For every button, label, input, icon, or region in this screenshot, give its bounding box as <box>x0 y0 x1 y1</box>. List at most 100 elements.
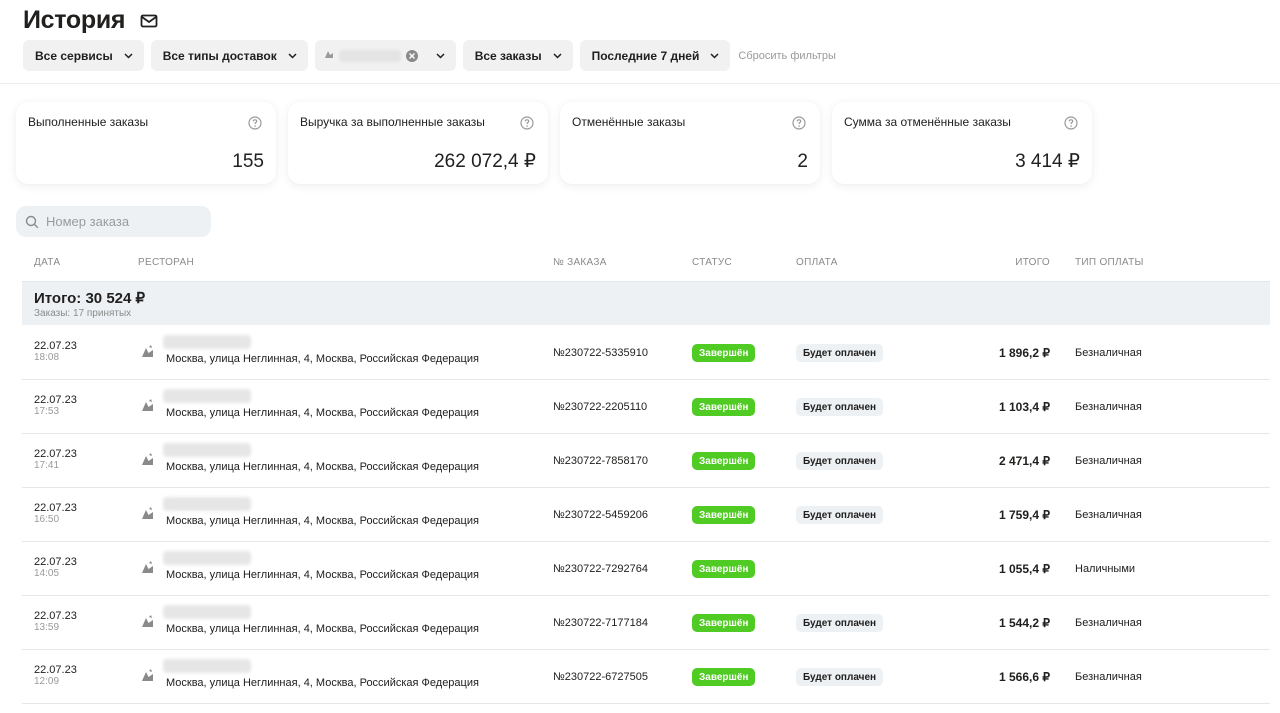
chevron-down-icon <box>552 50 563 61</box>
order-time: 13:59 <box>34 622 60 633</box>
order-date: 22.07.23 <box>34 610 77 622</box>
column-total[interactable]: ИТОГО <box>1015 257 1050 268</box>
restaurant-address: Москва, улица Неглинная, 4, Москва, Росс… <box>166 569 479 581</box>
reset-filters-link[interactable]: Сбросить фильтры <box>738 50 836 62</box>
column-payment[interactable]: ОПЛАТА <box>796 257 838 268</box>
column-payment-type[interactable]: ТИП ОПЛАТЫ <box>1075 257 1144 268</box>
table-row[interactable]: 22.07.23 13:59 Москва, улица Неглинная, 4,… <box>22 596 1270 650</box>
payment-type: Безналичная <box>1075 347 1142 359</box>
restaurant-name-redacted <box>163 659 251 673</box>
restaurant-filter[interactable] <box>314 40 456 71</box>
payment-type: Безналичная <box>1075 671 1142 683</box>
restaurant-name-redacted <box>163 443 251 457</box>
payment-badge: Будет оплачен <box>796 614 884 632</box>
order-number[interactable]: №230722-5459206 <box>553 509 648 521</box>
chevron-down-icon <box>709 50 720 61</box>
payment-type: Безналичная <box>1075 455 1142 467</box>
restaurant-chip <box>323 48 419 63</box>
table-row[interactable]: 22.07.23 17:41 Москва, улица Неглинная, 4,… <box>22 434 1270 488</box>
help-icon[interactable] <box>792 116 806 130</box>
page-title: История <box>23 6 126 34</box>
table-row[interactable]: 22.07.23 14:05 Москва, улица Неглинная, 4,… <box>22 542 1270 596</box>
chevron-down-icon <box>287 50 298 61</box>
help-icon[interactable] <box>1064 116 1078 130</box>
stat-card-value: 155 <box>232 151 264 172</box>
order-number[interactable]: №230722-7858170 <box>553 455 648 467</box>
order-number[interactable]: №230722-7177184 <box>553 617 648 629</box>
column-date[interactable]: ДАТА <box>34 257 60 268</box>
order-date: 22.07.23 <box>34 664 77 676</box>
restaurant-logo-icon <box>140 398 156 414</box>
period-filter-label: Последние 7 дней <box>591 48 700 63</box>
restaurant-name-redacted <box>163 497 251 511</box>
chevron-down-icon <box>123 50 134 61</box>
order-date: 22.07.23 <box>34 394 77 406</box>
status-badge: Завершён <box>692 398 756 416</box>
restaurant-name-redacted <box>163 335 251 349</box>
delivery-types-filter[interactable]: Все типы доставок <box>150 40 308 71</box>
clear-icon[interactable] <box>405 49 419 63</box>
services-filter[interactable]: Все сервисы <box>23 40 144 71</box>
restaurant-name-redacted <box>163 551 251 565</box>
title-row: История <box>23 6 159 35</box>
stat-card-value: 2 <box>797 151 808 172</box>
mail-icon[interactable] <box>139 11 159 31</box>
restaurant-address: Москва, улица Неглинная, 4, Москва, Росс… <box>166 623 479 635</box>
order-time: 14:05 <box>34 568 60 579</box>
chevron-down-icon <box>435 50 446 61</box>
order-search-input[interactable] <box>46 214 196 229</box>
payment-type: Безналичная <box>1075 509 1142 521</box>
restaurant-logo-icon <box>140 344 156 360</box>
status-badge: Завершён <box>692 506 756 524</box>
help-icon[interactable] <box>248 116 262 130</box>
restaurant-logo-icon <box>140 614 156 630</box>
restaurant-logo-icon <box>323 48 335 63</box>
help-icon[interactable] <box>520 116 534 130</box>
restaurant-address: Москва, улица Неглинная, 4, Москва, Росс… <box>166 461 479 473</box>
orders-filter[interactable]: Все заказы <box>462 40 573 71</box>
summary-total: Итого: 30 524 ₽ <box>34 290 146 307</box>
search-icon <box>25 215 39 229</box>
stat-card: Выручка за выполненные заказы 262 072,4 … <box>288 102 548 184</box>
payment-type: Наличными <box>1075 563 1136 575</box>
stat-card-label: Сумма за отменённые заказы <box>844 115 1011 129</box>
order-total: 1 896,2 ₽ <box>998 346 1050 360</box>
table-header: ДАТА РЕСТОРАН № ЗАКАЗА СТАТУС ОПЛАТА ИТО… <box>22 251 1270 281</box>
payment-badge: Будет оплачен <box>796 452 884 470</box>
order-time: 12:09 <box>34 676 60 687</box>
order-number[interactable]: №230722-7292764 <box>553 563 648 575</box>
summary-row: Итого: 30 524 ₽ Заказы: 17 принятых <box>22 281 1270 325</box>
table-row[interactable]: 22.07.23 17:53 Москва, улица Неглинная, 4,… <box>22 380 1270 434</box>
stat-card-label: Отменённые заказы <box>572 115 686 129</box>
column-order-number[interactable]: № ЗАКАЗА <box>553 257 607 268</box>
payment-badge: Будет оплачен <box>796 344 884 362</box>
summary-orders-count: Заказы: 17 принятых <box>34 308 132 319</box>
order-time: 18:08 <box>34 352 60 363</box>
restaurant-address: Москва, улица Неглинная, 4, Москва, Росс… <box>166 353 479 365</box>
column-restaurant[interactable]: РЕСТОРАН <box>138 257 194 268</box>
stats-cards: Выполненные заказы 155 Выручка за выполн… <box>16 102 1092 184</box>
period-filter[interactable]: Последние 7 дней <box>579 40 731 71</box>
order-date: 22.07.23 <box>34 556 77 568</box>
order-number[interactable]: №230722-6727505 <box>553 671 648 683</box>
order-time: 17:41 <box>34 460 60 471</box>
table-row[interactable]: 22.07.23 16:50 Москва, улица Неглинная, 4,… <box>22 488 1270 542</box>
order-date: 22.07.23 <box>34 340 77 352</box>
restaurant-address: Москва, улица Неглинная, 4, Москва, Росс… <box>166 677 479 689</box>
orders-filter-label: Все заказы <box>474 48 542 63</box>
table-row[interactable]: 22.07.23 18:08 Москва, улица Неглинная, 4,… <box>22 326 1270 380</box>
column-status[interactable]: СТАТУС <box>692 257 732 268</box>
restaurant-name-redacted <box>338 49 401 62</box>
stat-card: Отменённые заказы 2 <box>560 102 820 184</box>
order-time: 16:50 <box>34 514 60 525</box>
page-header: История Все сервисы Все типы доставок Вс… <box>0 0 1280 84</box>
order-total: 1 103,4 ₽ <box>998 400 1050 414</box>
stat-card: Сумма за отменённые заказы 3 414 ₽ <box>832 102 1092 184</box>
status-badge: Завершён <box>692 452 756 470</box>
order-number[interactable]: №230722-2205110 <box>553 401 647 413</box>
status-badge: Завершён <box>692 560 756 578</box>
restaurant-logo-icon <box>140 560 156 576</box>
order-number[interactable]: №230722-5335910 <box>553 347 648 359</box>
table-row[interactable]: 22.07.23 12:09 Москва, улица Неглинная, 4,… <box>22 650 1270 704</box>
payment-type: Безналичная <box>1075 401 1142 413</box>
